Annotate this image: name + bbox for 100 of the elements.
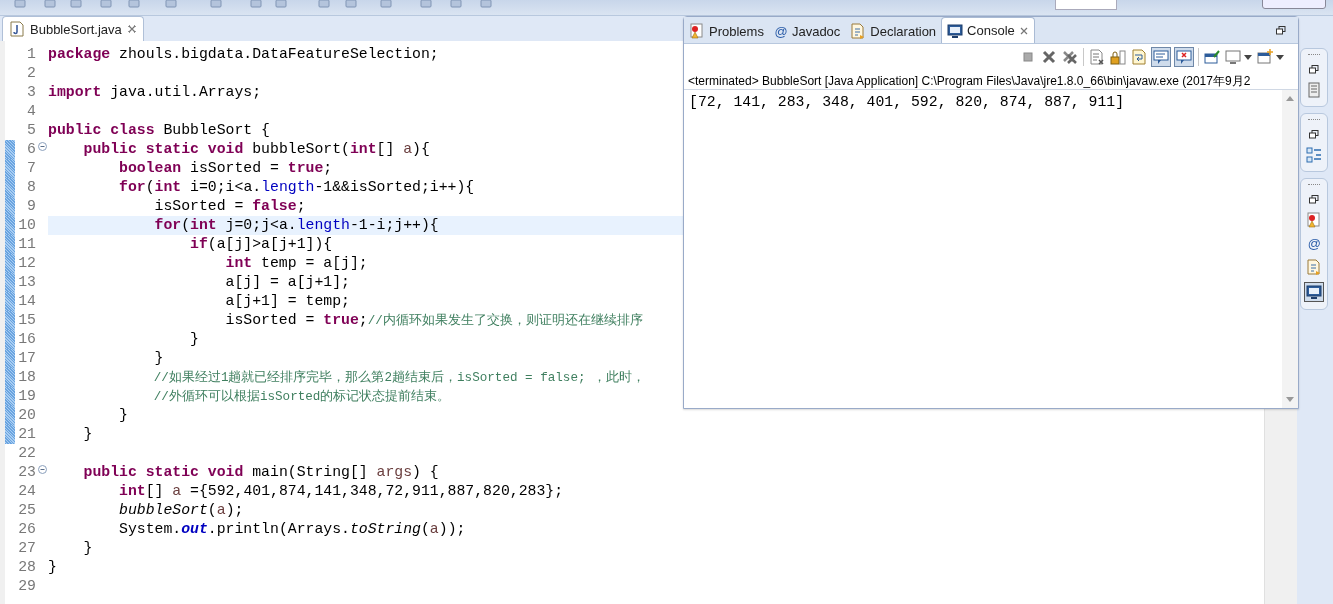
code-line: System.out.println(Arrays.toString(a)); — [118, 520, 466, 539]
line-number: 15 — [17, 311, 36, 330]
monitor-icon[interactable] — [1305, 283, 1323, 301]
line-number: 29 — [17, 577, 36, 596]
scrollbar[interactable] — [1264, 409, 1297, 604]
line-number: 6 — [26, 140, 36, 159]
line-number: 18 — [17, 368, 36, 387]
code-line: int temp = a[j]; — [224, 254, 368, 273]
line-number: 11 — [17, 235, 36, 254]
toolbar-icon[interactable] — [128, 0, 140, 8]
code-line: //外循环可以根据isSorted的标记状态提前结束。 — [152, 388, 451, 406]
line-number: 5 — [26, 121, 36, 140]
code-line: } — [82, 425, 93, 444]
line-number: 17 — [17, 349, 36, 368]
remove-icon[interactable] — [1041, 49, 1057, 65]
monitor-icon — [947, 22, 964, 39]
line-number: 23 — [17, 463, 36, 482]
code-line: for(int j=0;j<a.length-1-i;j++){ — [153, 216, 439, 235]
problems-icon[interactable] — [1306, 212, 1322, 228]
view-tab[interactable]: Problems — [684, 19, 769, 43]
toolbar-icon[interactable] — [210, 0, 222, 8]
close-icon[interactable] — [126, 24, 137, 34]
remove-all-icon[interactable] — [1062, 49, 1078, 65]
wrap-icon[interactable] — [1131, 49, 1147, 65]
toolbar-icon[interactable] — [275, 0, 287, 8]
line-number: 16 — [17, 330, 36, 349]
restore-icon[interactable] — [1309, 130, 1319, 139]
code-line: import java.util.Arrays; — [48, 83, 262, 102]
restore-icon[interactable] — [1309, 195, 1319, 204]
toolbar-icon[interactable] — [318, 0, 330, 8]
code-line: isSorted = true;//内循环如果发生了交换，则证明还在继续排序 — [224, 310, 643, 330]
toolbar-icon[interactable] — [70, 0, 82, 8]
document-icon[interactable] — [1306, 82, 1322, 98]
new-console-icon[interactable] — [1257, 49, 1273, 65]
line-number: 3 — [26, 83, 36, 102]
process-status: <terminated> BubbleSort [Java Application] C:\Program Files\Java\jre1.8.0_66\bin\javaw.exe (2017年9月2 — [684, 70, 1298, 90]
code-line: public class BubbleSort { — [48, 121, 270, 140]
code-line: if(a[j]>a[j+1]){ — [189, 235, 333, 254]
code-line: bubbleSort(a); — [118, 501, 244, 520]
collapse-icon[interactable] — [37, 142, 47, 151]
code-line: //如果经过1趟就已经排序完毕，那么第2趟结束后，isSorted = false; ，此时， — [152, 369, 646, 387]
toolbar-icon[interactable] — [250, 0, 262, 8]
line-number: 20 — [17, 406, 36, 425]
stop-icon[interactable] — [1020, 49, 1036, 65]
code-line: a[j+1] = temp; — [224, 292, 350, 311]
toolbar-icon[interactable] — [165, 0, 177, 8]
at-sign-icon[interactable]: @ — [1306, 236, 1322, 251]
toolbar-icon[interactable] — [450, 0, 462, 8]
view-tab[interactable]: Declaration — [845, 19, 942, 43]
toolbar-icon[interactable] — [480, 0, 492, 8]
toolbar-icon[interactable] — [44, 0, 56, 8]
scroll-down-icon[interactable] — [1286, 397, 1294, 402]
line-number: 14 — [17, 292, 36, 311]
code-line: } — [82, 539, 93, 558]
code-line: } — [48, 558, 57, 577]
line-number: 28 — [17, 558, 36, 577]
show-on-output-icon[interactable] — [1152, 48, 1170, 66]
scroll-up-icon[interactable] — [1286, 96, 1294, 101]
line-number: 10 — [17, 216, 36, 235]
toolbar-icon[interactable] — [380, 0, 392, 8]
restore-icon[interactable] — [1276, 26, 1286, 35]
pin-icon[interactable] — [1204, 49, 1220, 65]
clear-console-icon[interactable] — [1089, 49, 1105, 65]
document-icon — [850, 23, 867, 39]
line-number: 9 — [26, 197, 36, 216]
line-number: 7 — [26, 159, 36, 178]
line-number: 8 — [26, 178, 36, 197]
collapse-icon[interactable] — [37, 465, 47, 474]
line-number: 12 — [17, 254, 36, 273]
document-icon[interactable] — [1306, 259, 1322, 275]
view-tab[interactable]: @ Javadoc — [768, 19, 846, 43]
line-number: 2 — [26, 64, 36, 83]
restore-icon[interactable] — [1309, 65, 1319, 74]
scrollbar[interactable] — [1282, 90, 1298, 408]
editor-tab[interactable]: BubbleSort.java — [2, 16, 144, 41]
java-file-icon — [9, 21, 25, 37]
caret-icon[interactable] — [1276, 54, 1284, 60]
line-number: 13 — [17, 273, 36, 292]
caret-icon[interactable] — [1244, 54, 1252, 60]
code-line: isSorted = false; — [153, 197, 306, 216]
lock-icon[interactable] — [1110, 49, 1126, 65]
toolbar-icon[interactable] — [345, 0, 357, 8]
code-line: for(int i=0;i<a.length-1&&isSorted;i++){ — [118, 178, 475, 197]
toolbar-icon[interactable] — [420, 0, 432, 8]
line-number: 22 — [17, 444, 36, 463]
line-number: 21 — [17, 425, 36, 444]
view-tab[interactable]: Console — [941, 17, 1035, 43]
code-line: package zhouls.bigdata.DataFeatureSelection; — [48, 45, 439, 64]
outline-icon[interactable] — [1306, 147, 1322, 163]
code-line: } — [189, 330, 199, 349]
code-line: int[] a ={592,401,874,141,348,72,911,887,820,283}; — [118, 482, 564, 501]
toolbar-icon[interactable] — [100, 0, 112, 8]
show-on-error-icon[interactable] — [1175, 48, 1193, 66]
line-number: 26 — [17, 520, 36, 539]
line-number: 27 — [17, 539, 36, 558]
close-icon[interactable] — [1018, 25, 1029, 36]
code-line: } — [153, 349, 164, 368]
toolbar-icon[interactable] — [14, 0, 26, 8]
code-line: public static void bubbleSort(int[] a){ — [82, 140, 430, 159]
monitor-icon[interactable] — [1225, 49, 1241, 65]
